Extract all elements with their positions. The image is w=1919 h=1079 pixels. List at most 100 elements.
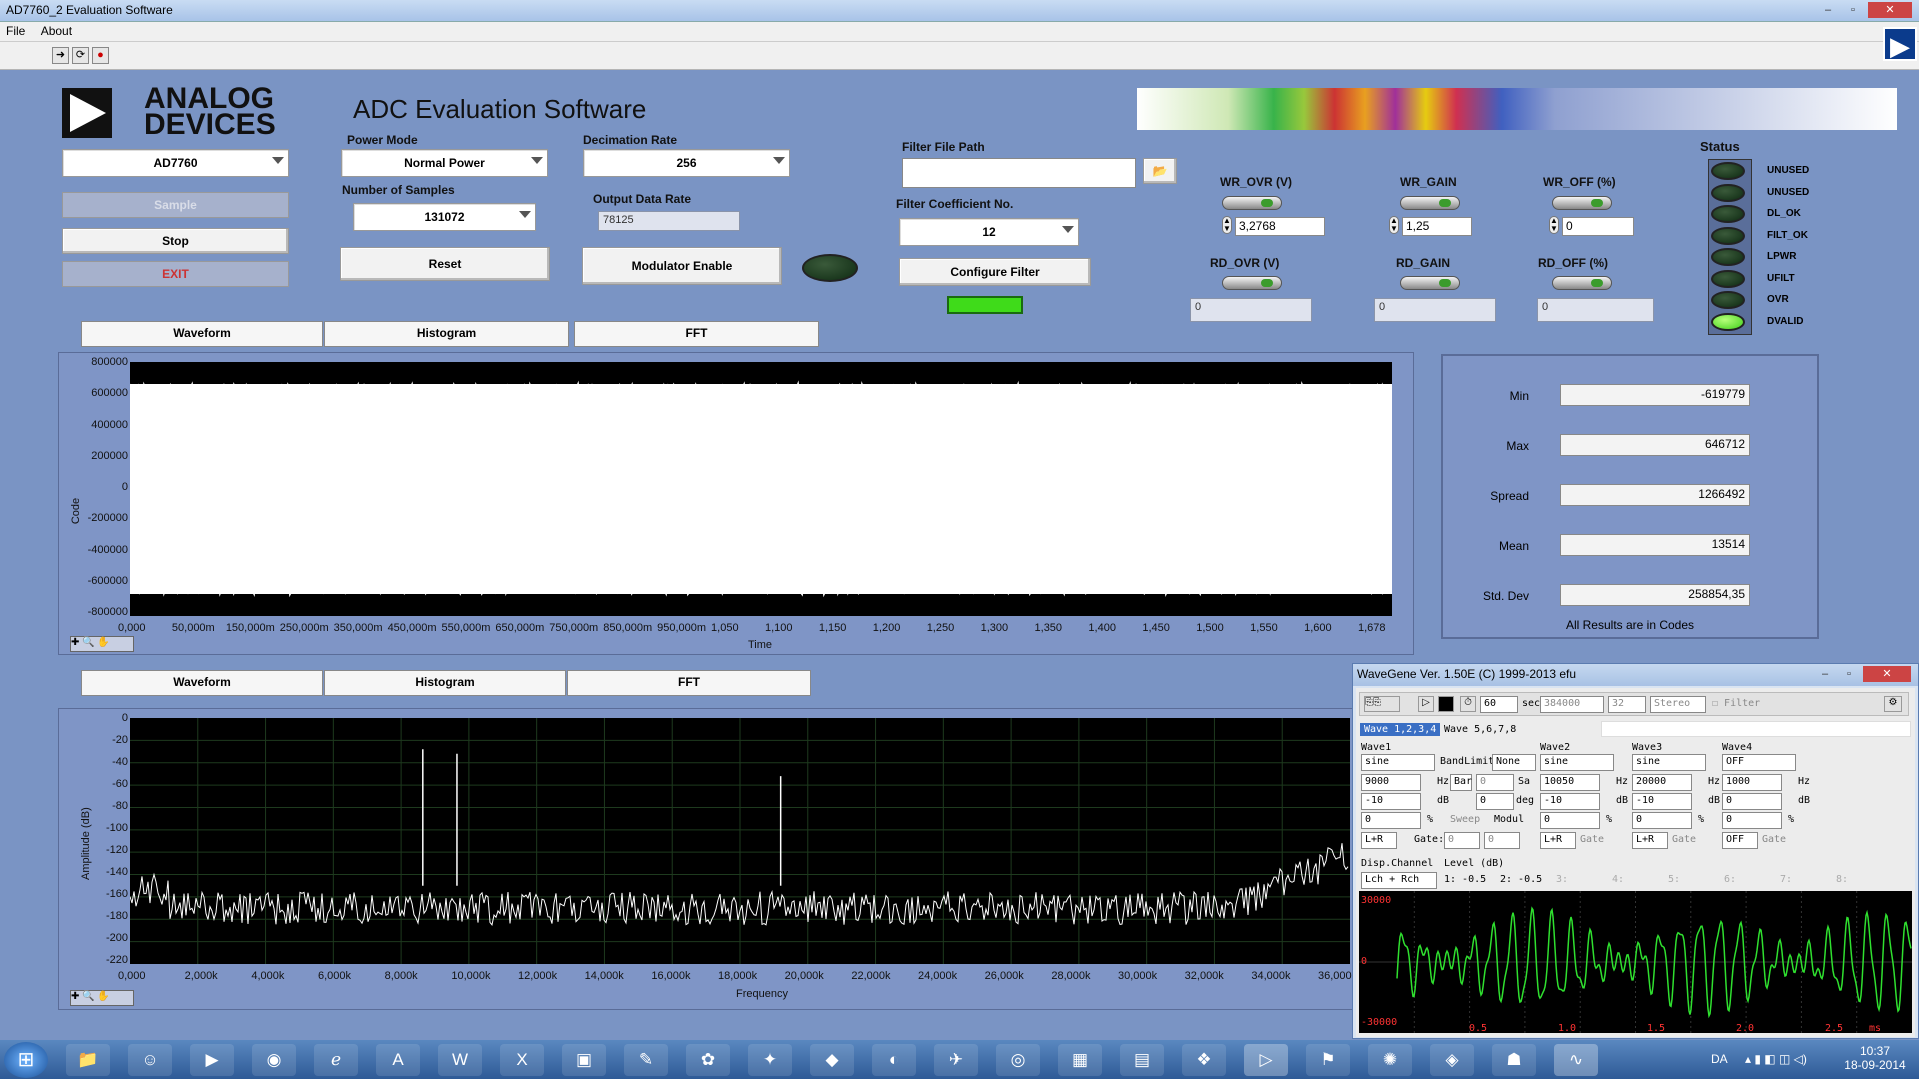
- clock[interactable]: 10:37 18-09-2014: [1840, 1044, 1910, 1072]
- device-select[interactable]: AD7760: [62, 149, 289, 177]
- wg-mode-select[interactable]: Stereo: [1650, 696, 1706, 713]
- wave4-level-select[interactable]: 0: [1722, 793, 1782, 810]
- wg-stop-icon[interactable]: [1438, 696, 1454, 712]
- wave2-freq-select[interactable]: 10050: [1540, 774, 1600, 791]
- exit-button[interactable]: EXIT: [62, 261, 289, 287]
- wave3-gate-checkbox[interactable]: Gate: [1672, 834, 1696, 845]
- wg-bits-select[interactable]: 32: [1608, 696, 1646, 713]
- configure-filter-button[interactable]: Configure Filter: [899, 258, 1091, 286]
- wavegene-maximize-button[interactable]: ▫: [1839, 666, 1859, 682]
- wg-gate1-select[interactable]: 0: [1444, 832, 1480, 849]
- wave1-pct-select[interactable]: 0: [1361, 812, 1421, 829]
- plot-tools-bottom[interactable]: ✚ 🔍 ✋: [70, 990, 134, 1006]
- chrome-icon[interactable]: ◉: [252, 1044, 296, 1076]
- wave3-freq-select[interactable]: 20000: [1632, 774, 1692, 791]
- wg-tab-wave1234[interactable]: Wave 1,2,3,4: [1360, 723, 1440, 736]
- wg-sa-select[interactable]: 0: [1476, 774, 1514, 791]
- wave4-gate-checkbox[interactable]: Gate: [1762, 834, 1786, 845]
- wg-gate2-select[interactable]: 0: [1484, 832, 1520, 849]
- wg-bandlimit-select[interactable]: None: [1492, 754, 1536, 771]
- maximize-button[interactable]: ▫: [1843, 2, 1863, 18]
- wg-tab-wave5678[interactable]: Wave 5,6,7,8: [1440, 723, 1520, 736]
- wr-gain-spinner[interactable]: ▲ ▼: [1389, 216, 1399, 234]
- language-indicator[interactable]: DA: [1711, 1052, 1728, 1066]
- reset-button[interactable]: Reset: [340, 247, 550, 281]
- wave3-pct-select[interactable]: 0: [1632, 812, 1692, 829]
- minimize-button[interactable]: –: [1818, 2, 1838, 18]
- wg-sweep-checkbox[interactable]: Sweep: [1450, 814, 1480, 825]
- app-icon-13[interactable]: ◈: [1430, 1044, 1474, 1076]
- wg-modul-checkbox[interactable]: Modul: [1494, 814, 1524, 825]
- wr-ovr-input[interactable]: 3,2768: [1235, 217, 1325, 236]
- pdf-icon[interactable]: A: [376, 1044, 420, 1076]
- wg-open-icon[interactable]: ⎘⎘: [1364, 696, 1400, 712]
- wave2-gate-checkbox[interactable]: Gate: [1580, 834, 1604, 845]
- app-icon-3[interactable]: ✿: [686, 1044, 730, 1076]
- filter-coeff-select[interactable]: 12: [899, 218, 1079, 246]
- media-player-icon[interactable]: ▶: [190, 1044, 234, 1076]
- abort-icon[interactable]: ●: [92, 47, 109, 64]
- wave3-channel-select[interactable]: L+R: [1632, 832, 1668, 849]
- wg-duration-select[interactable]: 60: [1480, 696, 1518, 713]
- wave2-type-select[interactable]: sine: [1540, 754, 1614, 771]
- tab-waveform-bottom[interactable]: Waveform: [81, 670, 323, 696]
- labview-icon[interactable]: ▷: [1244, 1044, 1288, 1076]
- wg-timer-icon[interactable]: ⏱: [1460, 696, 1476, 712]
- app-icon-9[interactable]: ▤: [1120, 1044, 1164, 1076]
- wave1-freq-select[interactable]: 9000: [1361, 774, 1421, 791]
- app-icon-14[interactable]: ☗: [1492, 1044, 1536, 1076]
- wave2-channel-select[interactable]: L+R: [1540, 832, 1576, 849]
- app-icon-5[interactable]: ◆: [810, 1044, 854, 1076]
- close-button[interactable]: ✕: [1868, 2, 1912, 18]
- wr-gain-input[interactable]: 1,25: [1402, 217, 1472, 236]
- wg-play-icon[interactable]: ▷: [1418, 696, 1434, 712]
- tab-waveform-top[interactable]: Waveform: [81, 321, 323, 347]
- app-icon-4[interactable]: ✦: [748, 1044, 792, 1076]
- stop-button[interactable]: Stop: [62, 228, 289, 254]
- word-icon[interactable]: W: [438, 1044, 482, 1076]
- wg-settings-icon[interactable]: ⚙: [1884, 696, 1902, 712]
- wr-ovr-slider[interactable]: [1222, 196, 1282, 210]
- messenger-icon[interactable]: ☺: [128, 1044, 172, 1076]
- filter-path-input[interactable]: [902, 158, 1136, 188]
- app-icon-10[interactable]: ❖: [1182, 1044, 1226, 1076]
- menu-about[interactable]: About: [35, 22, 78, 40]
- wave4-channel-select[interactable]: OFF: [1722, 832, 1758, 849]
- app-icon-11[interactable]: ⚑: [1306, 1044, 1350, 1076]
- wg-filter-checkbox[interactable]: ☐ Filter: [1712, 698, 1760, 709]
- wave2-pct-select[interactable]: 0: [1540, 812, 1600, 829]
- tab-histogram-top[interactable]: Histogram: [324, 321, 569, 347]
- wg-disp-select[interactable]: Lch + Rch: [1361, 872, 1437, 889]
- start-button-icon[interactable]: ⊞: [4, 1042, 48, 1078]
- wave3-level-select[interactable]: -10: [1632, 793, 1692, 810]
- wr-ovr-spinner[interactable]: ▲ ▼: [1222, 216, 1232, 234]
- plot-tools-top[interactable]: ✚ 🔍 ✋: [70, 636, 134, 652]
- modulator-enable-button[interactable]: Modulator Enable: [582, 247, 782, 285]
- tab-fft-top[interactable]: FFT: [574, 321, 819, 347]
- wave1-channel-select[interactable]: L+R: [1361, 832, 1397, 849]
- app-icon-7[interactable]: ✈: [934, 1044, 978, 1076]
- wg-deg-select[interactable]: 0: [1476, 793, 1514, 810]
- wave2-level-select[interactable]: -10: [1540, 793, 1600, 810]
- app-icon-1[interactable]: ▣: [562, 1044, 606, 1076]
- app-icon-12[interactable]: ✺: [1368, 1044, 1412, 1076]
- ie-icon[interactable]: ℯ: [314, 1044, 358, 1076]
- tab-histogram-bottom[interactable]: Histogram: [324, 670, 566, 696]
- sample-button[interactable]: Sample: [62, 192, 289, 218]
- wr-off-slider[interactable]: [1552, 196, 1612, 210]
- calculator-icon[interactable]: ▦: [1058, 1044, 1102, 1076]
- wave4-pct-select[interactable]: 0: [1722, 812, 1782, 829]
- app-icon-6[interactable]: ◐: [872, 1044, 916, 1076]
- excel-icon[interactable]: X: [500, 1044, 544, 1076]
- app-icon-8[interactable]: ◎: [996, 1044, 1040, 1076]
- explorer-icon[interactable]: 📁: [66, 1044, 110, 1076]
- wg-rate-select[interactable]: 384000: [1540, 696, 1604, 713]
- wavegene-taskbar-icon[interactable]: ∿: [1554, 1044, 1598, 1076]
- browse-folder-icon[interactable]: 📂: [1143, 158, 1177, 184]
- menu-file[interactable]: File: [0, 22, 31, 40]
- app-icon-2[interactable]: ✎: [624, 1044, 668, 1076]
- wr-off-input[interactable]: 0: [1562, 217, 1634, 236]
- tab-fft-bottom[interactable]: FFT: [567, 670, 811, 696]
- wr-gain-slider[interactable]: [1400, 196, 1460, 210]
- wg-bar-button[interactable]: Bar: [1450, 774, 1472, 791]
